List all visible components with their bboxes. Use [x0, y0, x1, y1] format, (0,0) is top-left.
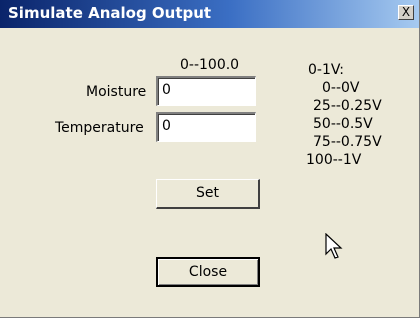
- legend-line: 75--0.75V: [313, 134, 382, 150]
- simulate-analog-output-dialog: Simulate Analog Output X 0--100.0 Moistu…: [0, 0, 420, 318]
- legend-line: 50--0.5V: [313, 116, 373, 132]
- range-label: 0--100.0: [180, 57, 240, 73]
- legend-line: 100--1V: [306, 152, 362, 168]
- moisture-input[interactable]: 0: [156, 76, 256, 106]
- close-icon[interactable]: X: [398, 5, 414, 20]
- set-button[interactable]: Set: [156, 179, 260, 209]
- window-title: Simulate Analog Output: [8, 4, 212, 22]
- legend-line: 25--0.25V: [313, 98, 382, 114]
- legend-line: 0--0V: [322, 80, 360, 96]
- mouse-pointer-icon: [325, 233, 343, 259]
- temperature-label: Temperature: [55, 120, 144, 136]
- moisture-label: Moisture: [86, 84, 147, 100]
- title-bar[interactable]: Simulate Analog Output X: [0, 0, 419, 28]
- close-button[interactable]: Close: [156, 257, 260, 287]
- temperature-input[interactable]: 0: [156, 112, 256, 142]
- legend-title: 0-1V:: [308, 62, 345, 78]
